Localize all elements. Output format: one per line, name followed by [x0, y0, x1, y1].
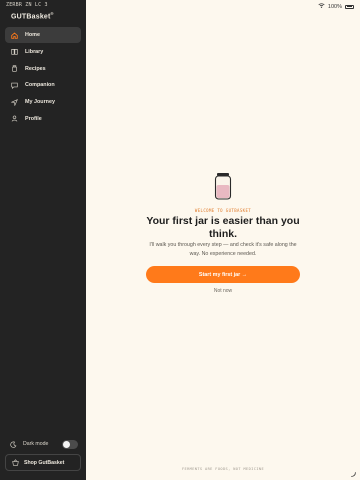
resize-handle-icon[interactable] — [350, 471, 356, 477]
shop-gutbasket-button[interactable]: Shop GutBasket — [5, 454, 81, 471]
sidebar-item-my-journey[interactable]: My Journey — [5, 94, 81, 110]
dark-mode-label: Dark mode — [23, 441, 49, 447]
not-now-link[interactable]: Not now — [86, 288, 360, 294]
sidebar-item-profile[interactable]: Profile — [5, 111, 81, 127]
page-title: Your first jar is easier than you think. — [146, 215, 300, 240]
sidebar-item-label: My Journey — [25, 99, 55, 106]
status-time: ZERBR ZN LC 3 — [6, 2, 48, 8]
logo-mark: ® — [50, 11, 54, 16]
sidebar-nav: Home Library Recipes Companion My Journe… — [5, 27, 81, 128]
sidebar-item-library[interactable]: Library — [5, 44, 81, 60]
basket-icon — [12, 459, 19, 466]
user-icon — [11, 115, 18, 123]
sidebar-item-recipes[interactable]: Recipes — [5, 61, 81, 77]
dark-mode-row: Dark mode — [10, 439, 78, 449]
footer-disclaimer: FERMENTS ARE FOODS, NOT MEDICINE — [181, 467, 265, 471]
sidebar-item-home[interactable]: Home — [5, 27, 81, 43]
navigation-icon — [11, 98, 18, 106]
jar-illustration — [214, 173, 232, 200]
welcome-subtitle: I'll walk you through every step — and c… — [149, 242, 297, 257]
main-content: WELCOME TO GUTBASKET Your first jar is e… — [86, 0, 360, 480]
welcome-kicker: WELCOME TO GUTBASKET — [194, 208, 252, 213]
logo-text: GUTBasket — [11, 13, 51, 21]
shop-label: Shop GutBasket — [24, 459, 65, 466]
start-first-jar-button[interactable]: Start my first jar → — [146, 266, 300, 283]
chat-icon — [11, 82, 18, 89]
sidebar: ZERBR ZN LC 3 GUTBasket® Home Library Re… — [0, 0, 86, 480]
toggle-knob — [63, 440, 70, 448]
moon-icon — [10, 441, 17, 448]
app-logo[interactable]: GUTBasket® — [11, 11, 54, 20]
sidebar-item-label: Library — [25, 48, 44, 55]
home-icon — [11, 31, 18, 39]
sidebar-item-label: Home — [25, 32, 40, 38]
jar-icon — [11, 65, 18, 72]
sidebar-item-label: Profile — [25, 115, 42, 122]
sidebar-item-companion[interactable]: Companion — [5, 77, 81, 93]
sidebar-item-label: Companion — [25, 82, 55, 89]
book-icon — [11, 48, 18, 55]
dark-mode-toggle[interactable] — [62, 439, 78, 449]
sidebar-item-label: Recipes — [25, 65, 46, 72]
